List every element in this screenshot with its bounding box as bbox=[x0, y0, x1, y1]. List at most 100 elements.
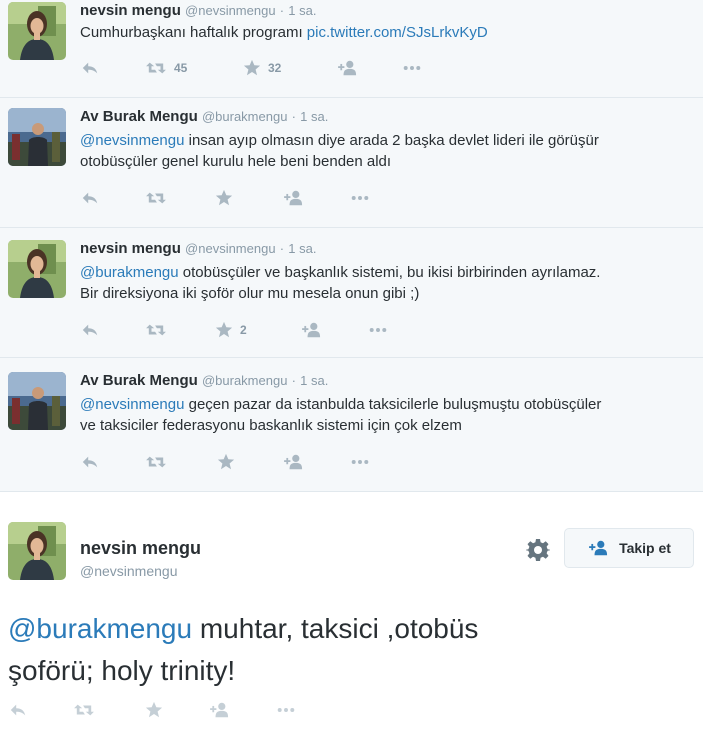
avatar[interactable] bbox=[8, 240, 66, 298]
timestamp[interactable]: 1 sa. bbox=[300, 109, 328, 124]
tweet-text-line: Bir direksiyona iki şoför olur mu mesela… bbox=[80, 285, 420, 302]
retweet-button[interactable]: 45 bbox=[144, 58, 187, 78]
more-button[interactable] bbox=[400, 58, 424, 78]
fullname[interactable]: nevsin mengu bbox=[80, 2, 181, 19]
tweet-text: @burakmengu muhtar, taksici ,otobüs şofö… bbox=[8, 608, 478, 692]
avatar[interactable] bbox=[8, 2, 66, 60]
more-button[interactable] bbox=[348, 188, 372, 208]
follow-button[interactable] bbox=[336, 58, 360, 78]
reply-icon bbox=[80, 453, 100, 471]
reply-icon bbox=[8, 701, 28, 719]
follow-button[interactable] bbox=[208, 700, 232, 720]
retweet-button[interactable] bbox=[144, 452, 168, 472]
timeline-tweet[interactable]: Av Burak Mengu @burakmengu · 1 sa. @nevs… bbox=[0, 98, 703, 228]
reply-button[interactable] bbox=[80, 58, 100, 78]
follow-button[interactable] bbox=[282, 188, 306, 208]
tweet-text: @nevsinmengu geçen pazar da istanbulda t… bbox=[80, 394, 601, 436]
favorite-star-icon bbox=[214, 321, 234, 339]
timestamp[interactable]: 1 sa. bbox=[288, 241, 316, 256]
gear-icon[interactable] bbox=[526, 538, 550, 562]
avatar[interactable] bbox=[8, 522, 66, 580]
avatar[interactable] bbox=[8, 372, 66, 430]
reply-button[interactable] bbox=[80, 188, 100, 208]
tweet-actions bbox=[80, 452, 440, 472]
username[interactable]: @nevsinmengu bbox=[185, 3, 276, 18]
reply-icon bbox=[80, 189, 100, 207]
tweet-actions: 45 32 bbox=[80, 58, 440, 78]
tweet-text-line: ve taksiciler federasyonu baskanlık sist… bbox=[80, 417, 462, 434]
mention-link[interactable]: @burakmengu bbox=[8, 613, 192, 644]
tweet-text: @nevsinmengu insan ayıp olmasın diye ara… bbox=[80, 130, 599, 172]
tweet-text-line: geçen pazar da istanbulda taksicilerle b… bbox=[184, 396, 602, 413]
favorite-count: 32 bbox=[268, 61, 282, 75]
mention-link[interactable]: @nevsinmengu bbox=[80, 132, 184, 149]
timestamp[interactable]: 1 sa. bbox=[300, 373, 328, 388]
more-dots-icon bbox=[366, 321, 390, 339]
reply-button[interactable] bbox=[8, 700, 28, 720]
retweet-icon bbox=[144, 59, 168, 77]
separator-dot: · bbox=[279, 3, 285, 18]
favorite-star-icon bbox=[214, 189, 234, 207]
favorite-button[interactable] bbox=[214, 188, 234, 208]
follow-icon bbox=[282, 189, 306, 207]
avatar[interactable] bbox=[8, 108, 66, 166]
tweet-text-line: otobüsçüler genel kurulu hele beni bende… bbox=[80, 153, 392, 170]
favorite-star-icon bbox=[242, 59, 262, 77]
retweet-button[interactable] bbox=[144, 320, 168, 340]
tweet-header: nevsin mengu @nevsinmengu · 1 sa. bbox=[80, 2, 316, 20]
fullname[interactable]: Av Burak Mengu bbox=[80, 372, 198, 389]
tweet-text-line: insan ayıp olmasın diye arada 2 başka de… bbox=[184, 132, 599, 149]
retweet-button[interactable] bbox=[72, 700, 96, 720]
tweet-header: nevsin mengu @nevsinmengu · 1 sa. bbox=[80, 240, 316, 258]
reply-icon bbox=[80, 321, 100, 339]
favorite-star-icon bbox=[216, 453, 236, 471]
timeline-tweet[interactable]: Av Burak Mengu @burakmengu · 1 sa. @nevs… bbox=[0, 358, 703, 492]
tweet-actions: 2 bbox=[80, 320, 440, 340]
favorite-button[interactable] bbox=[144, 700, 164, 720]
follow-icon bbox=[300, 321, 324, 339]
fullname[interactable]: nevsin mengu bbox=[80, 240, 181, 257]
tweet-header: Av Burak Mengu @burakmengu · 1 sa. bbox=[80, 108, 328, 126]
more-dots-icon bbox=[400, 59, 424, 77]
follow-icon bbox=[336, 59, 360, 77]
follow-button[interactable] bbox=[282, 452, 306, 472]
favorite-button[interactable] bbox=[216, 452, 236, 472]
more-button[interactable] bbox=[366, 320, 390, 340]
more-button[interactable] bbox=[274, 700, 298, 720]
retweet-icon bbox=[144, 321, 168, 339]
follow-button[interactable] bbox=[300, 320, 324, 340]
fullname[interactable]: Av Burak Mengu bbox=[80, 108, 198, 125]
favorite-count: 2 bbox=[240, 323, 247, 337]
follow-button-label: Takip et bbox=[619, 540, 671, 556]
follow-icon bbox=[208, 701, 232, 719]
tweet-text-plain: Cumhurbaşkanı haftalık programı bbox=[80, 24, 307, 41]
favorite-button[interactable]: 2 bbox=[214, 320, 247, 340]
mention-link[interactable]: @nevsinmengu bbox=[80, 396, 184, 413]
username[interactable]: @burakmengu bbox=[202, 373, 287, 388]
timeline-tweet[interactable]: nevsin mengu @nevsinmengu · 1 sa. @burak… bbox=[0, 228, 703, 358]
timestamp[interactable]: 1 sa. bbox=[288, 3, 316, 18]
favorite-button[interactable]: 32 bbox=[242, 58, 281, 78]
reply-button[interactable] bbox=[80, 320, 100, 340]
retweet-icon bbox=[144, 453, 168, 471]
more-dots-icon bbox=[348, 453, 372, 471]
follow-icon bbox=[587, 539, 611, 557]
separator-dot: · bbox=[279, 241, 285, 256]
follow-button[interactable]: Takip et bbox=[564, 528, 694, 568]
retweet-button[interactable] bbox=[144, 188, 168, 208]
timeline-tweet[interactable]: nevsin mengu @nevsinmengu · 1 sa. Cumhur… bbox=[0, 0, 703, 98]
tweet-text: Cumhurbaşkanı haftalık programı pic.twit… bbox=[80, 22, 488, 43]
reply-button[interactable] bbox=[80, 452, 100, 472]
tweet-text-line: şoförü; holy trinity! bbox=[8, 655, 236, 686]
tweet-text-line: muhtar, taksici ,otobüs bbox=[192, 613, 479, 644]
fullname[interactable]: nevsin mengu bbox=[80, 538, 201, 559]
more-dots-icon bbox=[274, 701, 298, 719]
permalink-tweet: nevsin mengu @nevsinmengu Takip et @bura… bbox=[0, 492, 703, 730]
username[interactable]: @burakmengu bbox=[202, 109, 287, 124]
pic-link[interactable]: pic.twitter.com/SJsLrkvKyD bbox=[307, 24, 488, 41]
retweet-count: 45 bbox=[174, 61, 188, 75]
mention-link[interactable]: @burakmengu bbox=[80, 264, 179, 281]
username[interactable]: @nevsinmengu bbox=[185, 241, 276, 256]
username[interactable]: @nevsinmengu bbox=[80, 563, 178, 579]
more-button[interactable] bbox=[348, 452, 372, 472]
